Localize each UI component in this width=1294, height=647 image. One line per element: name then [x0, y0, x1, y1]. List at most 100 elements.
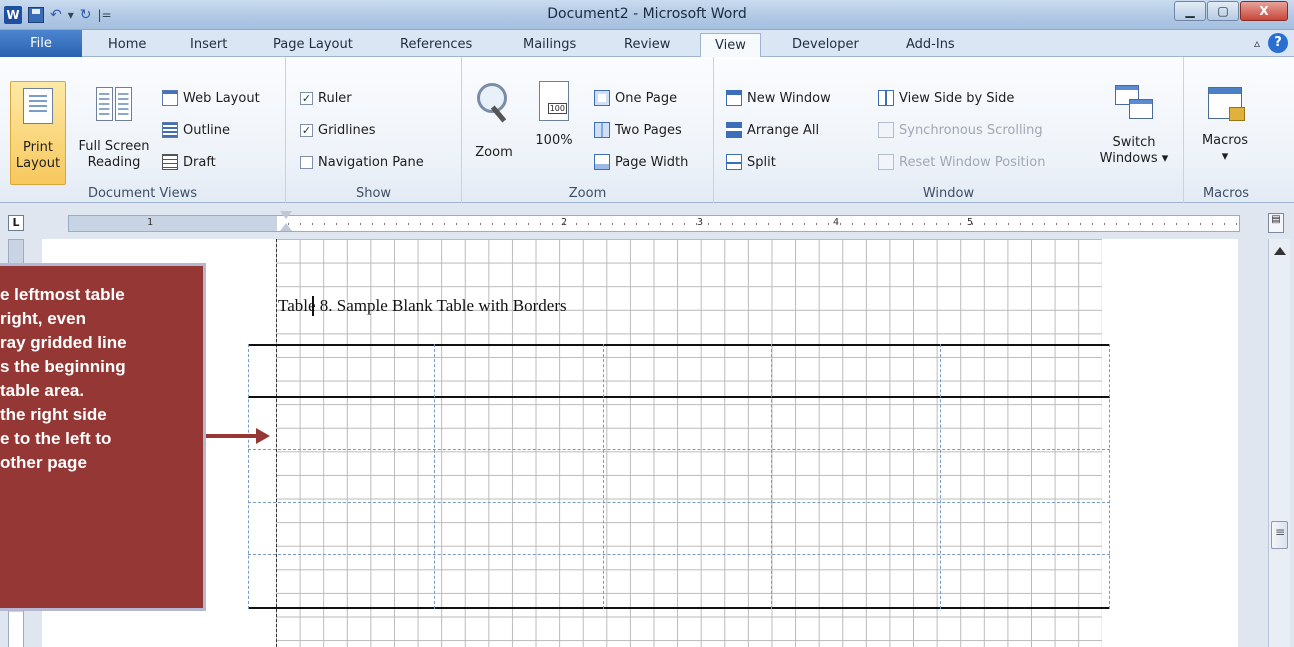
table-column-gridline [434, 344, 435, 609]
vertical-scrollbar[interactable] [1268, 239, 1290, 647]
print-layout-label-2: Layout [15, 156, 61, 171]
table-row-gridline [248, 554, 1110, 555]
tab-selector[interactable]: L [8, 215, 24, 231]
ruler-check-icon: ✓ [300, 91, 313, 105]
table-left-gridline [248, 344, 249, 609]
tab-mailings[interactable]: Mailings [523, 33, 576, 57]
tab-review[interactable]: Review [624, 33, 670, 57]
vertical-ruler-page [9, 612, 23, 647]
zoom-magnifier-icon [474, 81, 514, 125]
tab-developer[interactable]: Developer [792, 33, 859, 57]
split-button[interactable]: Split [726, 150, 776, 174]
one-page-button[interactable]: One Page [594, 86, 677, 110]
table-column-gridline [940, 344, 941, 609]
switch-windows-icon [1115, 85, 1153, 119]
zoom-100-button[interactable]: 100 100% [530, 81, 578, 181]
ruler-checkbox[interactable]: ✓ Ruler [300, 86, 352, 110]
full-screen-reading-button[interactable]: Full Screen Reading [76, 81, 152, 185]
gridlines-label: Gridlines [318, 122, 376, 138]
new-window-button[interactable]: New Window [726, 86, 831, 110]
table-caption[interactable]: Table 8. Sample Blank Table with Borders [278, 296, 567, 316]
web-layout-icon [162, 90, 178, 106]
callout-line: ray gridded line [0, 333, 127, 352]
reset-window-position-icon [878, 154, 894, 170]
tab-insert[interactable]: Insert [190, 33, 227, 57]
ribbon-view: Print Layout Full Screen Reading Web Lay… [0, 57, 1294, 203]
group-show: ✓ Ruler ✓ Gridlines Navigation Pane Show [286, 57, 462, 203]
reset-window-position-button[interactable]: Reset Window Position [878, 150, 1045, 174]
zoom-label: Zoom [475, 145, 513, 160]
new-window-label: New Window [747, 90, 831, 106]
ruler-number: 3 [697, 217, 704, 228]
table-column-gridline [603, 344, 604, 609]
outline-button[interactable]: Outline [162, 118, 230, 142]
arrange-all-button[interactable]: Arrange All [726, 118, 819, 142]
navigation-pane-checkbox[interactable]: Navigation Pane [300, 150, 424, 174]
macros-label: Macros [1201, 133, 1249, 148]
ruler-left-margin [69, 216, 277, 231]
synchronous-scrolling-label: Synchronous Scrolling [899, 122, 1043, 138]
synchronous-scrolling-button[interactable]: Synchronous Scrolling [878, 118, 1043, 142]
scroll-up-icon[interactable] [1274, 247, 1286, 255]
tab-file[interactable]: File [0, 30, 82, 57]
switch-windows-label-2: Windows ▾ [1099, 151, 1169, 166]
arrange-all-icon [726, 122, 742, 138]
title-bar: W ↶ ▾ ↻ |= Document2 - Microsoft Word ▁ … [0, 0, 1294, 30]
full-screen-reading-icon [96, 87, 132, 121]
horizontal-ruler[interactable]: 1 2 3 4 5 [68, 215, 1240, 232]
view-side-by-side-button[interactable]: View Side by Side [878, 86, 1014, 110]
switch-windows-button[interactable]: Switch Windows ▾ [1092, 81, 1176, 185]
callout-line: right, even [0, 309, 86, 328]
split-icon [726, 154, 742, 170]
macros-button[interactable]: Macros ▾ [1192, 81, 1258, 185]
callout-line: other page [0, 453, 87, 472]
two-pages-button[interactable]: Two Pages [594, 118, 682, 142]
table-bottom-border [248, 607, 1110, 609]
window-group-label: Window [922, 186, 975, 201]
minimize-ribbon-icon[interactable]: ▵ [1254, 36, 1260, 50]
navigation-pane-label: Navigation Pane [318, 154, 424, 170]
annotation-callout: e leftmost table right, even ray gridded… [0, 263, 206, 611]
table-column-gridline [771, 344, 772, 609]
macros-dropdown-icon: ▾ [1221, 149, 1229, 164]
tab-references[interactable]: References [400, 33, 472, 57]
zoom-100-icon-text: 100 [547, 103, 567, 114]
full-screen-label: Full Screen [78, 139, 150, 154]
table-top-border [248, 344, 1110, 346]
reset-window-position-label: Reset Window Position [899, 154, 1046, 170]
gridlines-checkbox[interactable]: ✓ Gridlines [300, 118, 376, 142]
table-row-gridline [248, 502, 1110, 503]
maximize-button[interactable]: ▢ [1207, 1, 1239, 21]
draft-button[interactable]: Draft [162, 150, 216, 174]
switch-windows-label: Switch [1112, 135, 1156, 150]
ruler-ticks [277, 216, 1239, 231]
tab-page-layout[interactable]: Page Layout [273, 33, 353, 57]
view-ruler-icon[interactable]: ▤ [1268, 213, 1284, 233]
gridlines-check-icon: ✓ [300, 123, 313, 137]
split-label: Split [747, 154, 776, 170]
tab-view[interactable]: View [700, 33, 761, 58]
minimize-button[interactable]: ▁ [1174, 1, 1206, 21]
tab-home[interactable]: Home [108, 33, 146, 57]
callout-line: e leftmost table [0, 285, 125, 304]
close-button[interactable]: X [1240, 1, 1288, 21]
window-controls: ▁ ▢ X [1174, 1, 1288, 21]
callout-line: table area. [0, 381, 85, 400]
callout-line: the right side [0, 405, 107, 424]
outline-label: Outline [183, 122, 231, 138]
scroll-thumb[interactable] [1271, 521, 1288, 549]
help-icon[interactable]: ? [1268, 33, 1288, 53]
table-row-gridline [248, 449, 1110, 450]
group-zoom: Zoom 100 100% One Page Two Pages Page Wi… [462, 57, 714, 203]
page-width-button[interactable]: Page Width [594, 150, 688, 174]
indent-marker[interactable] [280, 211, 292, 233]
print-layout-button[interactable]: Print Layout [10, 81, 66, 185]
tab-add-ins[interactable]: Add-Ins [906, 33, 955, 57]
two-pages-label: Two Pages [615, 122, 682, 138]
blank-table[interactable] [248, 344, 1110, 609]
web-layout-button[interactable]: Web Layout [162, 86, 260, 110]
ruler-number: 5 [967, 217, 974, 228]
zoom-button[interactable]: Zoom [470, 81, 518, 181]
ruler-number: 2 [561, 217, 568, 228]
synchronous-scrolling-icon [878, 122, 894, 138]
